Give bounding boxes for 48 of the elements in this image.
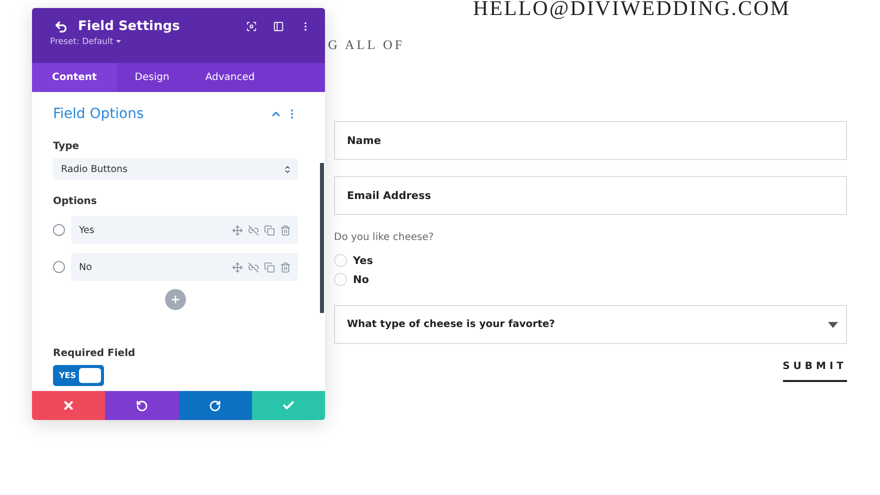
- move-icon[interactable]: [232, 262, 243, 272]
- subtitle-text: G ALL OF: [328, 37, 406, 53]
- undo-icon: [136, 400, 148, 412]
- tab[interactable]: Content: [32, 63, 117, 92]
- tab[interactable]: Advanced: [187, 63, 273, 92]
- radio-label: No: [353, 274, 370, 286]
- panel-title: Field Settings: [78, 19, 180, 34]
- focus-icon[interactable]: [246, 21, 257, 32]
- text-field[interactable]: Name: [334, 121, 847, 160]
- options-label: Options: [53, 196, 98, 207]
- preset-dropdown[interactable]: Preset: Default: [50, 37, 180, 47]
- tab[interactable]: Design: [116, 63, 188, 92]
- toggle-switch[interactable]: YES: [53, 365, 104, 386]
- radio-button[interactable]: [53, 261, 65, 273]
- option-row[interactable]: Yes: [71, 216, 298, 244]
- unlink-icon[interactable]: [248, 262, 259, 272]
- plus-icon: [170, 294, 181, 305]
- copy-icon[interactable]: [264, 224, 275, 236]
- close-icon: [62, 399, 76, 412]
- type-select[interactable]: Radio Buttons: [53, 158, 298, 180]
- copy-icon[interactable]: [264, 262, 275, 272]
- check-icon: [282, 399, 295, 412]
- move-icon[interactable]: [232, 224, 243, 236]
- unlink-icon[interactable]: [248, 224, 259, 236]
- email-heading: HELLO@DIVIWEDDING.COM: [473, 0, 792, 19]
- scrollbar[interactable]: [320, 163, 324, 313]
- required-label: Required Field: [53, 348, 136, 359]
- back-icon[interactable]: [54, 20, 68, 34]
- dropdown-field[interactable]: What type of cheese is your favorte?: [334, 305, 847, 344]
- section-title[interactable]: Field Options: [53, 106, 144, 122]
- option-row[interactable]: No: [71, 253, 298, 281]
- caret-icon: [116, 40, 122, 44]
- question-label: Do you like cheese?: [334, 232, 435, 243]
- add-button[interactable]: [165, 289, 186, 310]
- radio-button[interactable]: [53, 224, 65, 236]
- redo-icon: [209, 400, 222, 412]
- text-field[interactable]: Email Address: [334, 176, 847, 215]
- trash-icon[interactable]: [280, 262, 291, 272]
- radio-label: Yes: [353, 254, 374, 266]
- close-button[interactable]: [32, 391, 106, 420]
- sidebar-icon[interactable]: [273, 21, 284, 32]
- undo-button[interactable]: [105, 391, 178, 420]
- type-label: Type: [53, 141, 80, 152]
- trash-icon[interactable]: [280, 224, 291, 236]
- submit-button[interactable]: SUBMIT: [782, 361, 847, 382]
- redo-button[interactable]: [178, 391, 252, 420]
- caret-icon: [828, 322, 838, 328]
- sort-icon: [283, 164, 292, 174]
